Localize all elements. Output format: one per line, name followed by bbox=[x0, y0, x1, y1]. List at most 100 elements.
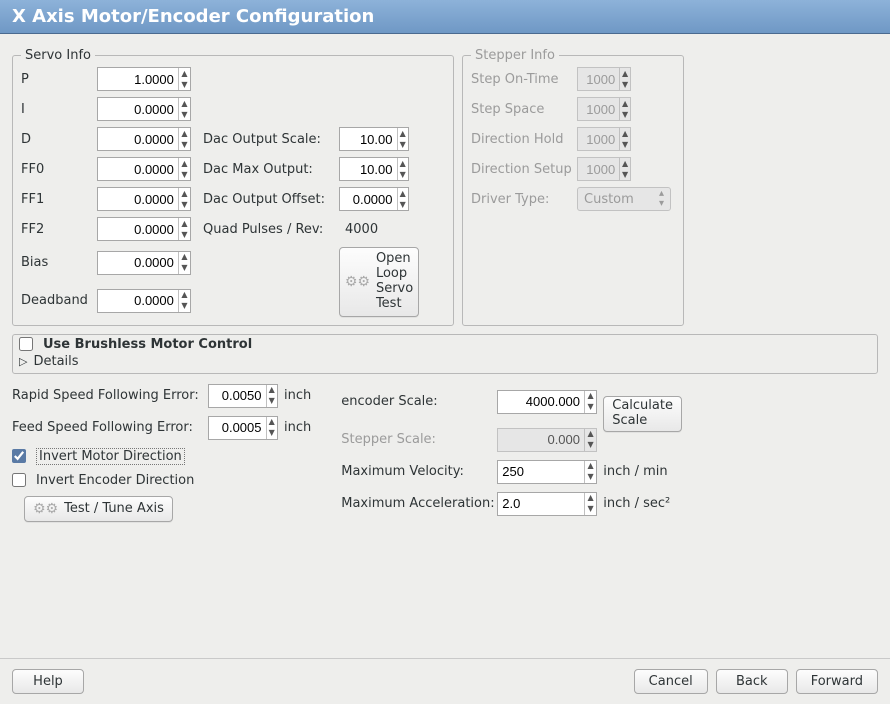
max-acceleration-spinner[interactable]: ▲▼ bbox=[497, 492, 597, 516]
calc-l1: Calculate bbox=[612, 399, 673, 414]
max-velocity-spinner[interactable]: ▲▼ bbox=[497, 460, 597, 484]
invert-motor-label: Invert Motor Direction bbox=[36, 448, 185, 465]
p-input[interactable] bbox=[98, 68, 178, 90]
bias-label: Bias bbox=[21, 255, 91, 270]
ff1-spinner[interactable]: ▲▼ bbox=[97, 187, 191, 211]
deadband-spinner[interactable]: ▲▼ bbox=[97, 289, 191, 313]
invert-motor-checkbox[interactable] bbox=[12, 449, 26, 463]
direction-hold-spinner: ▲▼ bbox=[577, 127, 631, 151]
p-label: P bbox=[21, 72, 91, 87]
max-velocity-input[interactable] bbox=[498, 461, 584, 483]
triangle-right-icon: ▷ bbox=[19, 355, 27, 368]
invert-encoder-checkbox[interactable] bbox=[12, 473, 26, 487]
ff1-label: FF1 bbox=[21, 192, 91, 207]
deadband-label: Deadband bbox=[21, 293, 91, 308]
spinner-arrows[interactable]: ▲▼ bbox=[397, 158, 409, 180]
stepper-legend: Stepper Info bbox=[471, 48, 559, 63]
spinner-arrows[interactable]: ▲▼ bbox=[178, 98, 190, 120]
chevron-up-down-icon: ▴▾ bbox=[659, 189, 664, 209]
encoder-scale-spinner[interactable]: ▲▼ bbox=[497, 390, 597, 414]
d-label: D bbox=[21, 132, 91, 147]
gears-icon: ⚙⚙ bbox=[345, 274, 370, 290]
ff1-input[interactable] bbox=[98, 188, 178, 210]
feed-following-error-input[interactable] bbox=[209, 417, 266, 439]
spinner-arrows[interactable]: ▲▼ bbox=[178, 290, 190, 312]
p-stepper-arrows[interactable]: ▲▼ bbox=[178, 68, 190, 90]
feed-unit: inch bbox=[284, 420, 311, 435]
dac-scale-spinner[interactable]: ▲▼ bbox=[339, 127, 409, 151]
ff2-spinner[interactable]: ▲▼ bbox=[97, 217, 191, 241]
forward-button[interactable]: Forward bbox=[796, 669, 878, 694]
i-input[interactable] bbox=[98, 98, 178, 120]
spinner-arrows[interactable]: ▲▼ bbox=[584, 391, 596, 413]
max-acceleration-unit: inch / sec² bbox=[603, 496, 670, 511]
rapid-following-error-input[interactable] bbox=[209, 385, 266, 407]
help-button[interactable]: Help bbox=[12, 669, 84, 694]
ff2-input[interactable] bbox=[98, 218, 178, 240]
spinner-arrows[interactable]: ▲▼ bbox=[266, 417, 278, 439]
spinner-arrows[interactable]: ▲▼ bbox=[397, 188, 409, 210]
max-velocity-label: Maximum Velocity: bbox=[341, 464, 491, 479]
spinner-arrows: ▲▼ bbox=[619, 158, 630, 180]
direction-hold-input bbox=[578, 128, 619, 150]
bias-spinner[interactable]: ▲▼ bbox=[97, 251, 191, 275]
openloop-l1: Open bbox=[376, 252, 413, 267]
rapid-following-error-label: Rapid Speed Following Error: bbox=[12, 388, 202, 403]
brushless-checkbox[interactable] bbox=[19, 337, 33, 351]
direction-hold-label: Direction Hold bbox=[471, 132, 571, 147]
ff0-spinner[interactable]: ▲▼ bbox=[97, 157, 191, 181]
feed-following-error-spinner[interactable]: ▲▼ bbox=[208, 416, 278, 440]
gears-icon: ⚙⚙ bbox=[33, 501, 58, 517]
encoder-scale-input[interactable] bbox=[498, 391, 584, 413]
spinner-arrows[interactable]: ▲▼ bbox=[397, 128, 409, 150]
open-loop-servo-test-button[interactable]: ⚙⚙ Open Loop Servo Test bbox=[339, 247, 419, 317]
dac-offset-input[interactable] bbox=[340, 188, 397, 210]
spinner-arrows[interactable]: ▲▼ bbox=[178, 188, 190, 210]
d-input[interactable] bbox=[98, 128, 178, 150]
details-expander[interactable]: ▷ Details bbox=[19, 352, 871, 371]
rapid-following-error-spinner[interactable]: ▲▼ bbox=[208, 384, 278, 408]
back-button[interactable]: Back bbox=[716, 669, 788, 694]
i-spinner[interactable]: ▲▼ bbox=[97, 97, 191, 121]
ff2-label: FF2 bbox=[21, 222, 91, 237]
dac-offset-spinner[interactable]: ▲▼ bbox=[339, 187, 409, 211]
ff0-label: FF0 bbox=[21, 162, 91, 177]
stepper-info-group: Stepper Info Step On-Time ▲▼ Step Space … bbox=[462, 48, 684, 326]
d-spinner[interactable]: ▲▼ bbox=[97, 127, 191, 151]
dac-max-input[interactable] bbox=[340, 158, 397, 180]
feed-following-error-label: Feed Speed Following Error: bbox=[12, 420, 202, 435]
max-acceleration-label: Maximum Acceleration: bbox=[341, 496, 491, 511]
p-spinner[interactable]: ▲▼ bbox=[97, 67, 191, 91]
deadband-input[interactable] bbox=[98, 290, 178, 312]
calculate-scale-button[interactable]: Calculate Scale bbox=[603, 396, 682, 432]
dac-scale-label: Dac Output Scale: bbox=[203, 132, 333, 147]
dac-max-spinner[interactable]: ▲▼ bbox=[339, 157, 409, 181]
spinner-arrows: ▲▼ bbox=[619, 98, 630, 120]
max-acceleration-input[interactable] bbox=[498, 493, 584, 515]
test-tune-axis-button[interactable]: ⚙⚙ Test / Tune Axis bbox=[24, 496, 173, 522]
spinner-arrows[interactable]: ▲▼ bbox=[584, 493, 596, 515]
step-on-time-spinner: ▲▼ bbox=[577, 67, 631, 91]
spinner-arrows[interactable]: ▲▼ bbox=[178, 252, 190, 274]
dac-max-label: Dac Max Output: bbox=[203, 162, 333, 177]
spinner-arrows[interactable]: ▲▼ bbox=[266, 385, 278, 407]
openloop-l4: Test bbox=[376, 297, 413, 312]
step-on-time-input bbox=[578, 68, 619, 90]
cancel-button[interactable]: Cancel bbox=[634, 669, 708, 694]
step-space-spinner: ▲▼ bbox=[577, 97, 631, 121]
details-label: Details bbox=[33, 354, 78, 369]
servo-info-group: Servo Info P ▲▼ I ▲▼ D ▲▼ Dac Output Sca… bbox=[12, 48, 454, 326]
ff0-input[interactable] bbox=[98, 158, 178, 180]
footer: Help Cancel Back Forward bbox=[0, 658, 890, 704]
spinner-arrows[interactable]: ▲▼ bbox=[178, 218, 190, 240]
driver-type-label: Driver Type: bbox=[471, 192, 571, 207]
dac-scale-input[interactable] bbox=[340, 128, 397, 150]
bias-input[interactable] bbox=[98, 252, 178, 274]
spinner-arrows[interactable]: ▲▼ bbox=[178, 128, 190, 150]
brushless-label: Use Brushless Motor Control bbox=[43, 337, 252, 352]
servo-legend: Servo Info bbox=[21, 48, 95, 63]
spinner-arrows[interactable]: ▲▼ bbox=[178, 158, 190, 180]
openloop-l3: Servo bbox=[376, 282, 413, 297]
spinner-arrows[interactable]: ▲▼ bbox=[584, 461, 596, 483]
driver-type-value: Custom bbox=[584, 192, 634, 207]
